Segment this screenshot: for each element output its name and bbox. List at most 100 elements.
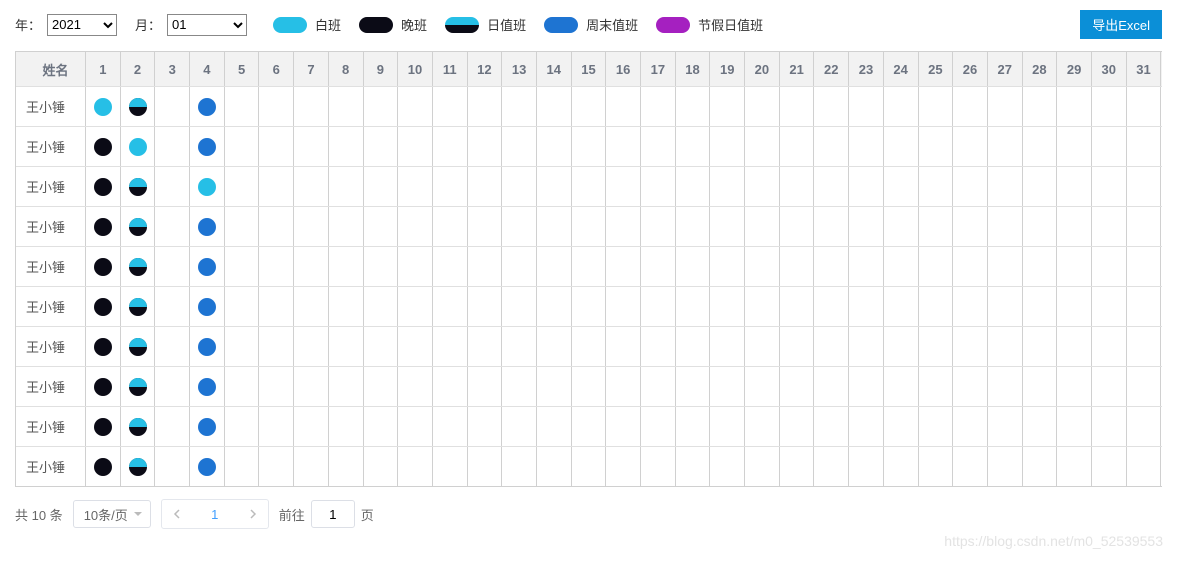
day-cell	[1023, 247, 1058, 286]
day-cell	[190, 87, 225, 126]
day-cell	[433, 247, 468, 286]
day-cell	[294, 207, 329, 246]
legend-chip-icon	[273, 17, 307, 33]
day-cell	[155, 327, 190, 366]
shift-dot-icon	[94, 178, 112, 196]
current-page[interactable]: 1	[192, 507, 238, 522]
shift-dot-icon	[198, 458, 216, 476]
day-cell	[710, 207, 745, 246]
day-cell	[953, 247, 988, 286]
day-cell	[1057, 127, 1092, 166]
day-cell	[190, 167, 225, 206]
day-cell	[814, 287, 849, 326]
day-cell	[814, 167, 849, 206]
day-cell	[225, 407, 260, 446]
day-cell	[606, 167, 641, 206]
day-cell	[884, 287, 919, 326]
day-cell	[1092, 327, 1127, 366]
day-cell	[294, 327, 329, 366]
day-cell	[953, 167, 988, 206]
grid-header: 姓名12345678910111213141516171819202122232…	[16, 52, 1162, 86]
day-cell	[1057, 287, 1092, 326]
day-cell	[329, 407, 364, 446]
shift-dot-icon	[129, 418, 147, 436]
day-cell	[121, 207, 156, 246]
day-cell	[433, 447, 468, 486]
month-select[interactable]: 01	[167, 14, 247, 36]
day-cell	[1127, 367, 1162, 406]
page-size-select[interactable]: 10条/页	[73, 500, 151, 528]
day-column-header: 28	[1023, 52, 1058, 86]
day-column-header: 16	[606, 52, 641, 86]
day-cell	[710, 247, 745, 286]
day-cell	[780, 167, 815, 206]
shift-dot-icon	[129, 378, 147, 396]
export-button[interactable]: 导出Excel	[1080, 10, 1162, 39]
day-cell	[537, 287, 572, 326]
day-cell	[780, 87, 815, 126]
day-cell	[155, 207, 190, 246]
day-cell	[433, 287, 468, 326]
shift-dot-icon	[198, 338, 216, 356]
day-cell	[710, 367, 745, 406]
day-cell	[641, 287, 676, 326]
day-cell	[988, 407, 1023, 446]
shift-dot-icon	[94, 98, 112, 116]
jump-suffix: 页	[361, 505, 374, 524]
day-cell	[919, 87, 954, 126]
day-cell	[1127, 87, 1162, 126]
day-cell	[155, 247, 190, 286]
prev-page-button[interactable]	[162, 500, 192, 528]
day-cell	[294, 87, 329, 126]
day-cell	[919, 327, 954, 366]
day-cell	[710, 127, 745, 166]
shift-dot-icon	[129, 458, 147, 476]
day-cell	[121, 287, 156, 326]
day-column-header: 21	[780, 52, 815, 86]
day-column-header: 12	[468, 52, 503, 86]
shift-dot-icon	[198, 418, 216, 436]
day-cell	[953, 447, 988, 486]
day-cell	[259, 287, 294, 326]
day-cell	[814, 247, 849, 286]
day-cell	[364, 127, 399, 166]
day-cell	[259, 367, 294, 406]
day-column-header: 22	[814, 52, 849, 86]
day-cell	[780, 127, 815, 166]
day-cell	[710, 407, 745, 446]
day-cell	[849, 207, 884, 246]
shift-dot-icon	[129, 218, 147, 236]
day-cell	[641, 447, 676, 486]
shift-dot-icon	[94, 258, 112, 276]
day-cell	[1057, 87, 1092, 126]
watermark: https://blog.csdn.net/m0_52539553	[944, 533, 1163, 549]
day-cell	[572, 127, 607, 166]
day-cell	[86, 287, 121, 326]
day-cell	[121, 327, 156, 366]
shift-dot-icon	[198, 298, 216, 316]
day-cell	[1023, 207, 1058, 246]
legend-chip-icon	[445, 17, 479, 33]
day-cell	[710, 87, 745, 126]
day-cell	[502, 287, 537, 326]
day-cell	[294, 247, 329, 286]
day-column-header: 1	[86, 52, 121, 86]
year-select[interactable]: 2021	[47, 14, 117, 36]
day-cell	[398, 367, 433, 406]
day-cell	[294, 167, 329, 206]
year-label: 年：	[15, 15, 41, 34]
shift-dot-icon	[94, 218, 112, 236]
day-cell	[225, 167, 260, 206]
day-cell	[953, 207, 988, 246]
table-row: 王小锤	[16, 446, 1162, 486]
day-cell	[988, 127, 1023, 166]
jump-input[interactable]	[311, 500, 355, 528]
day-cell	[398, 247, 433, 286]
day-column-header: 5	[225, 52, 260, 86]
next-page-button[interactable]	[238, 500, 268, 528]
day-cell	[433, 167, 468, 206]
day-cell	[155, 407, 190, 446]
legend-item: 周末值班	[544, 15, 638, 34]
day-cell	[745, 247, 780, 286]
day-cell	[190, 447, 225, 486]
